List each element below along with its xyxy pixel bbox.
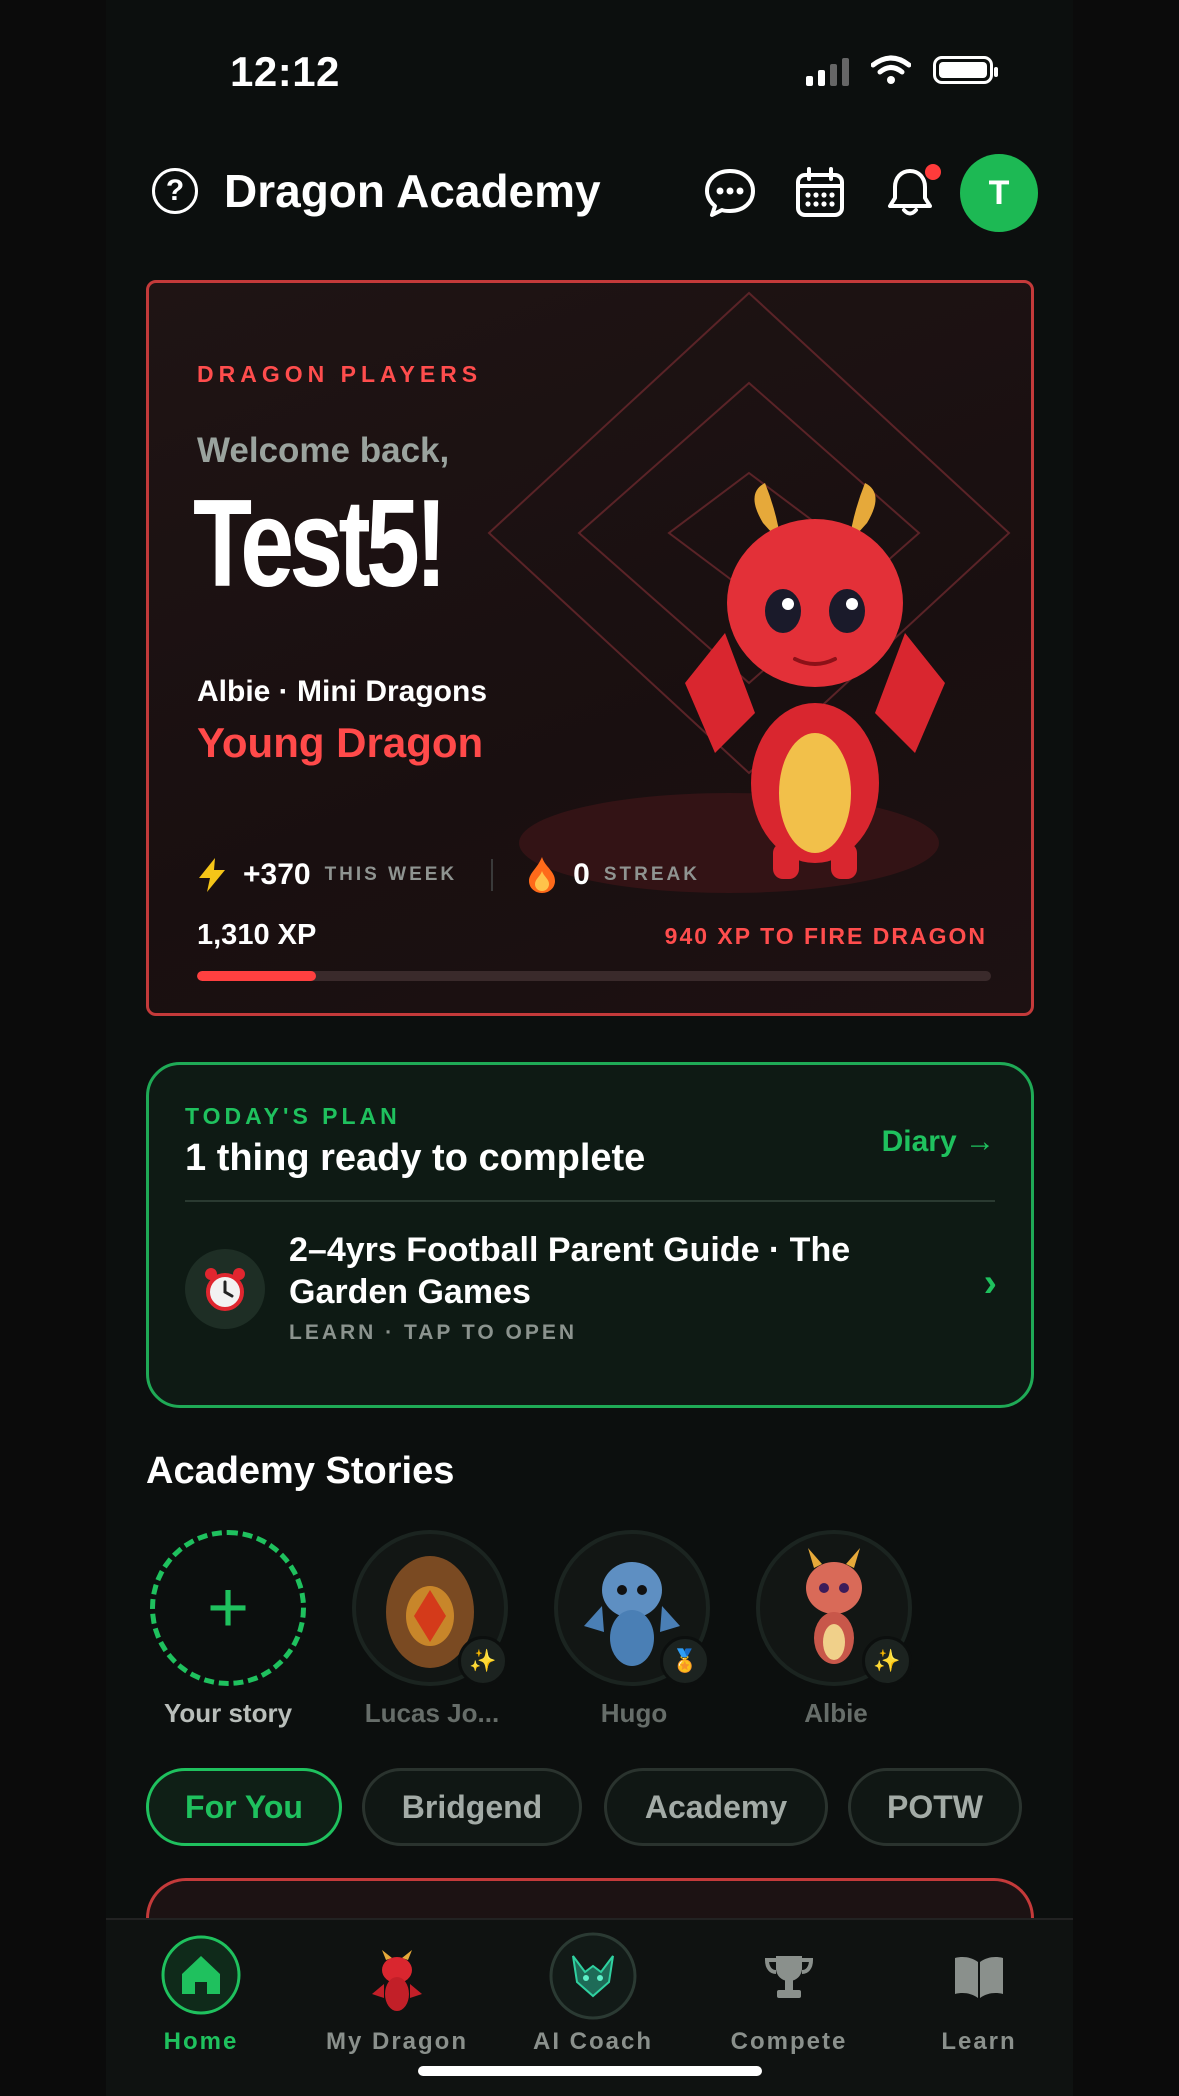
alarm-clock-icon (185, 1249, 265, 1329)
plan-item-title[interactable]: 2–4yrs Football Parent Guide · The Garde… (289, 1229, 909, 1313)
tab-home[interactable]: Home (106, 1920, 296, 2070)
app-screen: 12:12 ? Dragon Academy T DRAGON PLAYERS … (106, 0, 1073, 2096)
stories-title: Academy Stories (146, 1450, 455, 1492)
help-icon[interactable]: ? (152, 168, 198, 214)
chip-bridgend[interactable]: Bridgend (362, 1768, 582, 1846)
chip-for-you[interactable]: For You (146, 1768, 342, 1846)
status-icons (806, 54, 998, 86)
story-label: Albie (804, 1698, 868, 1728)
medal-icon: 🏅 (660, 1636, 710, 1686)
tab-learn[interactable]: Learn (884, 1920, 1073, 2070)
wifi-icon (871, 55, 911, 84)
chip-potw[interactable]: POTW (848, 1768, 1022, 1846)
xp-to-next-rank: 940 XP TO FIRE DRAGON (664, 923, 987, 949)
tab-home-label: Home (163, 2028, 239, 2055)
battery-icon (933, 56, 998, 84)
tab-my-dragon[interactable]: My Dragon (302, 1920, 492, 2070)
avatar[interactable]: T (960, 154, 1038, 232)
story-item-lucas[interactable]: ✨ (352, 1530, 512, 1690)
welcome-text: Welcome back, (197, 431, 450, 470)
app-title: Dragon Academy (224, 165, 601, 217)
add-story-button[interactable]: + (150, 1530, 306, 1686)
dragon-mascot-image (685, 483, 945, 879)
story-label: Lucas Jo... (364, 1698, 500, 1728)
hero-tag: DRAGON PLAYERS (197, 361, 483, 387)
notification-dot (923, 162, 943, 182)
chat-icon[interactable] (702, 165, 758, 221)
story-item-albie[interactable]: ✨ (756, 1530, 916, 1690)
player-team: Albie · Mini Dragons (197, 675, 488, 708)
plan-divider (185, 1200, 995, 1202)
chevron-right-icon[interactable]: › (984, 1261, 997, 1306)
xp-progress-fill (197, 971, 317, 981)
calendar-icon[interactable] (792, 165, 848, 221)
story-label: Hugo (600, 1698, 668, 1728)
xp-stats: +370 THIS WEEK 0 STREAK (197, 857, 700, 893)
diary-link[interactable]: Diary → (882, 1125, 995, 1159)
sparkle-icon: ✨ (862, 1636, 912, 1686)
chip-academy[interactable]: Academy (604, 1768, 828, 1846)
player-name: Test5! (193, 475, 447, 613)
tab-ai-coach[interactable]: AI Coach (498, 1920, 688, 2070)
sparkle-icon: ✨ (458, 1636, 508, 1686)
flame-icon (529, 857, 556, 893)
tab-ai-coach-label: AI Coach (532, 2028, 653, 2055)
plan-title: 1 thing ready to complete (185, 1137, 646, 1179)
ai-coach-dragon-icon (549, 1932, 637, 2020)
story-label: Your story (163, 1698, 293, 1728)
weekly-label: THIS WEEK (324, 864, 458, 885)
plan-item-meta: LEARN · TAP TO OPEN (289, 1321, 578, 1344)
streak-count: 0 (573, 858, 590, 891)
home-indicator (418, 2066, 762, 2076)
status-time: 12:12 (230, 48, 340, 95)
book-icon (955, 1957, 1003, 1998)
player-hero-card[interactable]: DRAGON PLAYERS Welcome back, Test5! Albi… (146, 280, 1034, 1016)
xp-total: 1,310 XP (197, 919, 317, 951)
plan-tag: TODAY'S PLAN (185, 1103, 401, 1129)
cellular-signal-icon (806, 54, 849, 86)
xp-progress-bar (197, 971, 991, 981)
stats-divider (491, 859, 494, 891)
tab-my-dragon-label: My Dragon (325, 2028, 468, 2055)
player-rank: Young Dragon (197, 719, 484, 766)
tab-compete-label: Compete (730, 2028, 848, 2055)
todays-plan-card: TODAY'S PLAN 1 thing ready to complete D… (146, 1062, 1034, 1408)
tab-learn-label: Learn (941, 2028, 1017, 2055)
weekly-xp: +370 (243, 858, 311, 891)
story-item-hugo[interactable]: 🏅 (554, 1530, 714, 1690)
lightning-icon (199, 858, 225, 892)
dragon-icon (372, 1950, 422, 2011)
tab-compete[interactable]: Compete (694, 1920, 884, 2070)
trophy-icon (764, 1956, 814, 1998)
home-icon (161, 1935, 241, 2015)
streak-label: STREAK (603, 864, 700, 885)
